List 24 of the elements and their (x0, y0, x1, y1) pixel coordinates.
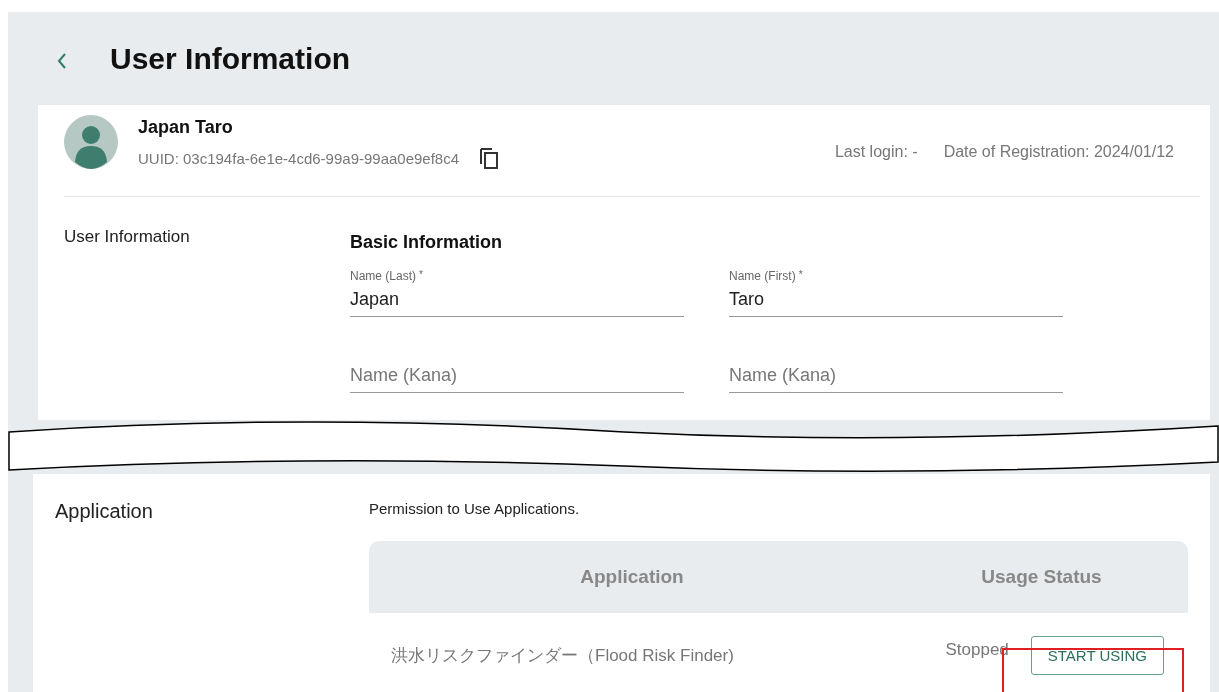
field-label: Name (First) (729, 269, 796, 283)
last-login: Last login: - (834, 143, 918, 161)
input-field[interactable]: Taro (729, 289, 1063, 317)
form-heading: Basic Information (350, 232, 504, 253)
start-using-button[interactable]: START USING (1030, 635, 1164, 675)
input-field[interactable]: Name (Kana) (350, 365, 684, 393)
description-text: Permission to Use Applications. (369, 499, 581, 517)
table-cell-text: 洪水リスクファインダー（Flood Risk Finder) (390, 644, 735, 667)
input-field[interactable]: Japan (350, 289, 684, 317)
section-label: Application (55, 499, 154, 524)
uuid-text: UUID: 03c194fa-6e1e-4cd6-99a9-99aa0e9ef8c4 (138, 149, 460, 167)
copy-icon[interactable] (477, 146, 500, 170)
required-mark: * (798, 269, 803, 282)
column-header: Application (579, 566, 685, 588)
input-field[interactable]: Name (Kana) (729, 365, 1063, 393)
column-header: Usage Status (980, 566, 1103, 588)
section-label: User Information (64, 227, 191, 248)
registration-date: Date of Registration: 2024/01/12 (943, 143, 1174, 161)
status-text: Stopped (945, 640, 1009, 660)
required-mark: * (419, 269, 423, 282)
avatar-icon (64, 115, 118, 169)
field-label: Name (Last) (350, 269, 417, 283)
user-name: Japan Taro (138, 117, 234, 138)
page-title: User Information (110, 41, 351, 76)
